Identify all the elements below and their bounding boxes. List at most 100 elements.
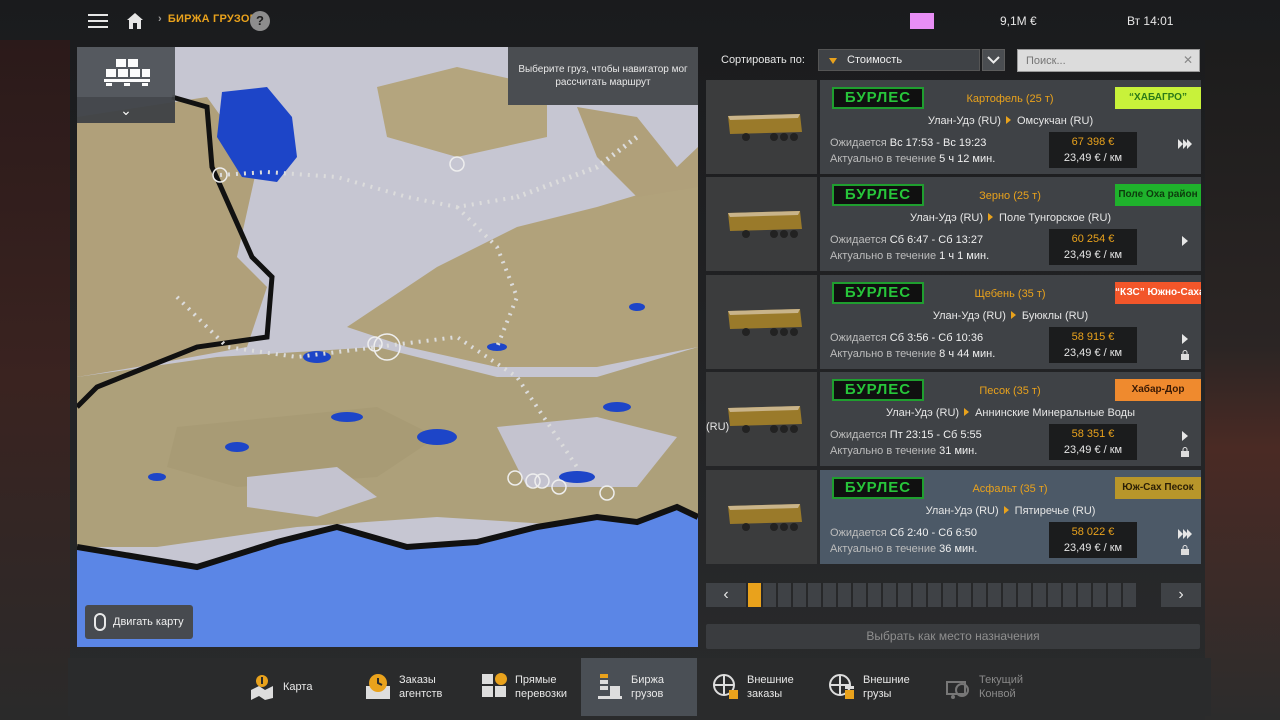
dump-trailer-icon — [728, 114, 802, 141]
page-dot[interactable] — [1123, 583, 1136, 607]
trailer-thumbnail — [706, 470, 817, 564]
chevron-down-icon[interactable]: ⌄ — [77, 97, 175, 123]
cargo-name: Песок (35 т) — [979, 385, 1041, 397]
fast-forward-icon[interactable] — [1178, 138, 1192, 150]
lock-icon — [1181, 545, 1189, 555]
nav-item-4[interactable]: Биржа грузов — [581, 658, 697, 716]
page-dot[interactable] — [748, 583, 761, 607]
job-card[interactable]: БУРЛЕС Зерно (25 т) Поле Оха район Улан-… — [706, 177, 1201, 271]
expected-value: Сб 3:56 - Сб 10:36 — [889, 332, 984, 344]
set-destination-button[interactable]: Выбрать как место назначения — [706, 624, 1200, 649]
page-dot[interactable] — [1063, 583, 1076, 607]
search-box[interactable]: ✕ — [1017, 49, 1200, 72]
route: Улан-Удэ (RU) Омсукчан (RU) — [820, 115, 1201, 127]
route-arrow-icon — [964, 408, 970, 416]
expected-time: Ожидается Сб 3:56 - Сб 10:36 — [830, 332, 983, 344]
sort-select[interactable]: Стоимость — [818, 49, 980, 71]
job-price: 60 254 € — [1071, 233, 1115, 245]
sort-dropdown-button[interactable] — [982, 49, 1005, 71]
page-dot[interactable] — [973, 583, 986, 607]
play-icon[interactable] — [1178, 430, 1192, 442]
job-rate: 23,49 € / км — [1063, 444, 1123, 456]
dump-trailer-icon — [728, 309, 802, 336]
page-dot[interactable] — [853, 583, 866, 607]
nav-item-7[interactable]: Текущий Конвой — [929, 658, 1045, 716]
freight-market-icon — [595, 672, 625, 702]
dump-trailer-icon — [728, 211, 802, 238]
expected-time: Ожидается Вс 17:53 - Вс 19:23 — [830, 137, 986, 149]
valid-label: Актуально в течение — [830, 348, 937, 360]
page-dot[interactable] — [793, 583, 806, 607]
route-to: Буюклы (RU) — [1021, 310, 1089, 322]
nav-item-3[interactable]: Прямые перевозки — [465, 658, 581, 716]
price-box: 58 351 € 23,49 € / км — [1049, 424, 1137, 460]
page-dot[interactable] — [883, 583, 896, 607]
page-dot[interactable] — [1048, 583, 1061, 607]
play-icon[interactable] — [1178, 333, 1192, 345]
job-card[interactable]: БУРЛЕС Картофель (25 т) “ХАБАГРО” Улан-У… — [706, 80, 1201, 174]
next-page-button[interactable]: › — [1161, 583, 1201, 607]
valid-value: 8 ч 44 мин. — [939, 348, 996, 360]
page-dot[interactable] — [928, 583, 941, 607]
fast-forward-icon[interactable] — [1178, 528, 1192, 540]
expected-time: Ожидается Сб 6:47 - Сб 13:27 — [830, 234, 983, 246]
route-to: Пятиречье (RU) — [1014, 505, 1096, 517]
page-dot[interactable] — [943, 583, 956, 607]
page-dot[interactable] — [958, 583, 971, 607]
page-dot[interactable] — [838, 583, 851, 607]
price-box: 58 022 € 23,49 € / км — [1049, 522, 1137, 558]
job-card[interactable]: БУРЛЕС Песок (35 т) Хабар-Дор Улан-Удэ (… — [706, 372, 1201, 466]
job-info: БУРЛЕС Картофель (25 т) “ХАБАГРО” Улан-У… — [820, 80, 1201, 174]
expected-label: Ожидается — [830, 332, 887, 344]
clear-search-icon[interactable]: ✕ — [1183, 53, 1193, 67]
page-dot[interactable] — [1018, 583, 1031, 607]
expected-value: Сб 2:40 - Сб 6:50 — [889, 527, 977, 539]
job-card[interactable]: БУРЛЕС Асфальт (35 т) Юж-Сах Песок Улан-… — [706, 470, 1201, 564]
help-button[interactable]: ? — [250, 11, 270, 31]
page-dot[interactable] — [1078, 583, 1091, 607]
top-bar: › БИРЖА ГРУЗОВ ? 9,1M € Вт 14:01 — [70, 0, 1210, 42]
nav-item-6[interactable]: Внешние грузы — [813, 658, 929, 716]
pager: ‹ › — [706, 583, 1201, 607]
job-card[interactable]: БУРЛЕС Щебень (35 т) “КЗС” Южно-Сахалинс… — [706, 275, 1201, 369]
nav-label: Заказы агентств — [399, 674, 443, 700]
page-dot[interactable] — [1108, 583, 1121, 607]
prev-page-button[interactable]: ‹ — [706, 583, 746, 607]
page-dot[interactable] — [1093, 583, 1106, 607]
search-input[interactable] — [1018, 50, 1178, 71]
menu-icon[interactable] — [88, 14, 108, 29]
cargo-overlay-toggle[interactable]: ⌄ — [77, 47, 175, 123]
company-logo: БУРЛЕС — [832, 282, 924, 304]
move-map-button[interactable]: Двигать карту — [85, 605, 193, 639]
page-dot[interactable] — [823, 583, 836, 607]
page-dot[interactable] — [1033, 583, 1046, 607]
page-dot[interactable] — [778, 583, 791, 607]
home-icon[interactable] — [126, 12, 144, 30]
breadcrumb: › БИРЖА ГРУЗОВ — [158, 13, 258, 25]
nav-label: Биржа грузов — [631, 674, 664, 700]
page-dot[interactable] — [763, 583, 776, 607]
destination-company-logo: Хабар-Дор — [1115, 379, 1201, 401]
expected-label: Ожидается — [830, 429, 887, 441]
expected-time: Ожидается Сб 2:40 - Сб 6:50 — [830, 527, 977, 539]
page-dot[interactable] — [1003, 583, 1016, 607]
page-dot[interactable] — [808, 583, 821, 607]
nav-item-2[interactable]: Заказы агентств — [349, 658, 465, 716]
world-map[interactable]: ⌄ Выберите груз, чтобы навигатор мог рас… — [77, 47, 698, 647]
job-price: 58 351 € — [1071, 428, 1115, 440]
route-from: Улан-Удэ (RU) — [932, 310, 1006, 322]
nav-item-1[interactable]: Карта — [233, 658, 349, 716]
player-color-indicator — [910, 13, 934, 29]
cargo-name: Зерно (25 т) — [979, 190, 1041, 202]
page-dot[interactable] — [988, 583, 1001, 607]
pallets-icon — [104, 59, 150, 86]
crates-icon — [479, 672, 509, 702]
page-dot[interactable] — [913, 583, 926, 607]
page-dot[interactable] — [868, 583, 881, 607]
trailer-thumbnail — [706, 275, 817, 369]
game-time: Вт 14:01 — [1127, 14, 1174, 28]
nav-item-5[interactable]: Внешние заказы — [697, 658, 813, 716]
play-icon[interactable] — [1178, 235, 1192, 247]
page-dot[interactable] — [898, 583, 911, 607]
money-balance: 9,1M € — [1000, 14, 1037, 28]
